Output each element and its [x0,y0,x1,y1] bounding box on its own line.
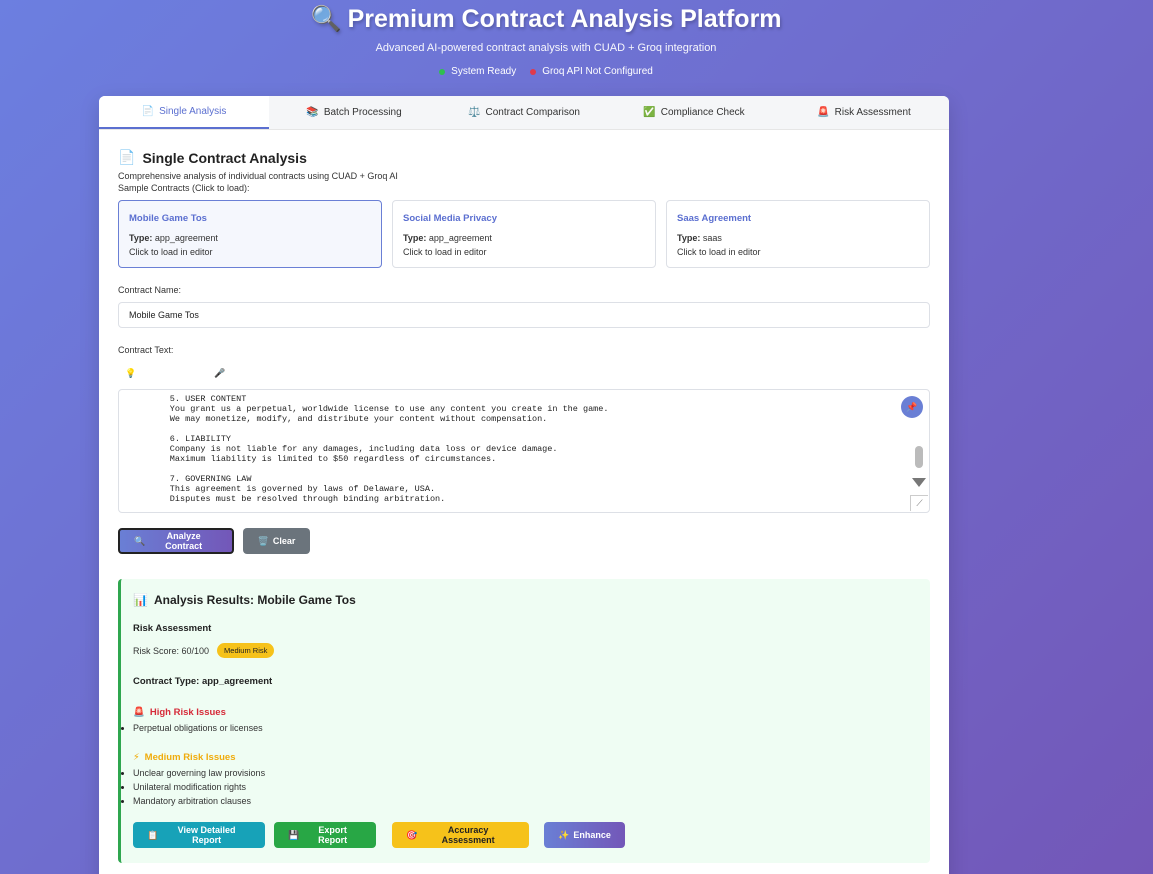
contract-text-label: Contract Text: [118,345,174,355]
list-item: Unilateral modification rights [133,780,918,794]
red-dot-icon [530,68,537,75]
page-subtitle: Advanced AI-powered contract analysis wi… [375,42,717,54]
sample-card-mobile-game-tos[interactable]: Mobile Game Tos Type: app_agreement Clic… [118,200,382,268]
section-description: Comprehensive analysis of individual con… [118,171,398,181]
tab-content: 📄 Single Contract Analysis Comprehensive… [99,149,949,863]
list-item: Perpetual obligations or licenses [133,721,918,735]
status-groq-api: Groq API Not Configured [530,66,653,77]
clear-button[interactable]: 🗑️ Clear [243,528,310,554]
medium-risk-heading: ⚡ Medium Risk Issues [133,752,236,763]
status-row: System Ready Groq API Not Configured [0,66,1092,77]
books-icon: 📚 [306,107,319,118]
sparkles-icon: ✨ [558,829,570,840]
sample-contracts: Mobile Game Tos Type: app_agreement Clic… [118,200,930,268]
list-item: Unclear governing law provisions [133,766,918,780]
trash-icon: 🗑️ [257,535,269,546]
contract-type: Contract Type: app_agreement [133,676,273,687]
tab-contract-comparison[interactable]: ⚖️ Contract Comparison [439,96,609,129]
results-actions: 📋 View Detailed Report 💾 Export Report 🎯… [133,822,918,848]
tab-risk-assessment[interactable]: 🚨 Risk Assessment [779,96,949,129]
status-system-ready: System Ready [439,66,516,77]
medium-risk-list: Unclear governing law provisions Unilate… [133,766,918,808]
tab-compliance-check[interactable]: ✅ Compliance Check [609,96,779,129]
accuracy-assessment-button[interactable]: 🎯 Accuracy Assessment [392,822,529,848]
microphone-icon[interactable]: 🎤 [214,368,225,379]
contract-text-content[interactable]: 5. USER CONTENT You grant us a perpetual… [119,390,929,508]
list-item: Mandatory arbitration clauses [133,794,918,808]
sample-card-social-media-privacy[interactable]: Social Media Privacy Type: app_agreement… [392,200,656,268]
export-report-button[interactable]: 💾 Export Report [274,822,376,848]
enhance-button[interactable]: ✨ Enhance [544,822,625,848]
analyze-contract-button[interactable]: 🔍 Analyze Contract [118,528,234,554]
document-icon: 📄 [141,106,155,117]
high-risk-heading: 🚨 High Risk Issues [133,707,226,718]
bar-chart-icon: 📊 [133,593,148,607]
samples-label: Sample Contracts (Click to load): [118,183,250,193]
view-detailed-report-button[interactable]: 📋 View Detailed Report [133,822,265,848]
target-icon: 🎯 [406,829,418,840]
pin-icon[interactable]: 📌 [901,396,923,418]
green-dot-icon [439,68,446,75]
scrollbar-thumb[interactable] [915,446,923,468]
lightbulb-icon[interactable]: 💡 [125,368,136,379]
header: 🔍 Premium Contract Analysis Platform Adva… [0,0,1092,77]
magnifier-icon: 🔍 [310,5,342,33]
tab-bar: 📄 Single Analysis 📚 Batch Processing ⚖️ … [99,96,949,130]
main-card: 📄 Single Analysis 📚 Batch Processing ⚖️ … [99,96,949,874]
risk-score: Risk Score: 60/100 [133,645,210,656]
clipboard-icon: 📋 [147,829,159,840]
check-icon: ✅ [643,107,656,118]
results-title: 📊 Analysis Results: Mobile Game Tos [133,593,356,607]
risk-badge: Medium Risk [217,643,275,658]
analysis-results: 📊 Analysis Results: Mobile Game Tos Risk… [118,579,930,863]
text-tools: 💡 🎤 [118,368,930,379]
scroll-down-arrow-icon[interactable] [912,478,926,487]
action-row: 🔍 Analyze Contract 🗑️ Clear [118,528,930,554]
siren-icon: 🚨 [817,107,830,118]
risk-score-row: Risk Score: 60/100 Medium Risk [133,643,918,658]
search-icon: 🔍 [134,535,146,546]
scales-icon: ⚖️ [468,107,481,118]
floppy-disk-icon: 💾 [288,829,300,840]
resize-handle-icon[interactable]: ⟋ [910,495,928,511]
document-icon: 📄 [118,149,136,165]
contract-name-input[interactable] [118,302,930,328]
tab-batch-processing[interactable]: 📚 Batch Processing [269,96,439,129]
lightning-icon: ⚡ [133,752,140,763]
siren-icon: 🚨 [133,707,145,718]
sample-card-saas-agreement[interactable]: Saas Agreement Type: saas Click to load … [666,200,930,268]
contract-text-area[interactable]: 5. USER CONTENT You grant us a perpetual… [118,389,930,513]
high-risk-list: Perpetual obligations or licenses [133,721,918,735]
risk-assessment-heading: Risk Assessment [133,623,212,634]
contract-name-label: Contract Name: [118,285,182,295]
section-title: 📄 Single Contract Analysis [118,149,307,166]
page-title: 🔍 Premium Contract Analysis Platform [310,5,782,33]
tab-single-analysis[interactable]: 📄 Single Analysis [99,96,269,129]
